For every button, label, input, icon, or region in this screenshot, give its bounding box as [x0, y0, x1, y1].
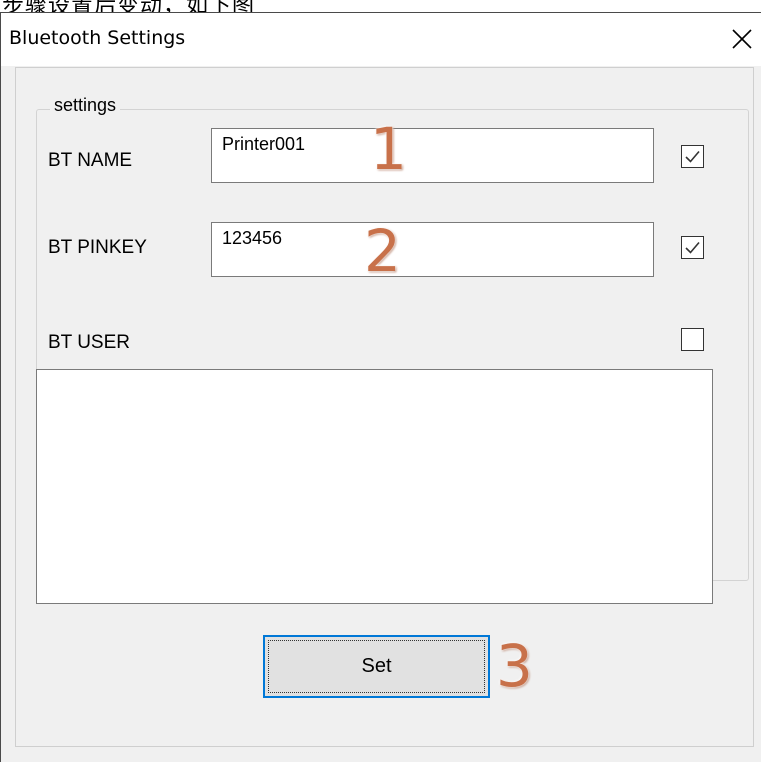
bt-user-textarea[interactable] — [36, 369, 713, 604]
window-title: Bluetooth Settings — [9, 27, 186, 49]
set-button[interactable]: Set — [263, 635, 490, 698]
bt-pinkey-checkbox[interactable] — [681, 236, 704, 259]
bt-name-checkbox[interactable] — [681, 145, 704, 168]
bt-pinkey-label: BT PINKEY — [48, 237, 147, 258]
bt-pinkey-input[interactable]: 123456 — [211, 222, 654, 277]
bt-name-label: BT NAME — [48, 150, 133, 171]
title-bar: Bluetooth Settings — [1, 13, 761, 66]
settings-group-legend: settings — [50, 95, 121, 116]
caption-text: 步骤设置后变动，如下图 — [2, 0, 255, 12]
bt-name-input[interactable]: Printer001 — [211, 128, 654, 183]
set-button-label: Set — [361, 655, 392, 677]
bt-user-checkbox[interactable] — [681, 328, 704, 351]
bt-user-label: BT USER — [48, 332, 131, 353]
annotation-1: 1 — [370, 115, 407, 183]
annotation-3: 3 — [496, 632, 533, 700]
checkmark-icon — [685, 241, 700, 254]
close-button[interactable] — [723, 17, 761, 61]
checkmark-icon — [685, 150, 700, 163]
annotation-2: 2 — [364, 217, 401, 285]
close-icon — [732, 29, 752, 49]
caption-fragment: 步骤设置后变动，如下图 — [0, 0, 761, 12]
